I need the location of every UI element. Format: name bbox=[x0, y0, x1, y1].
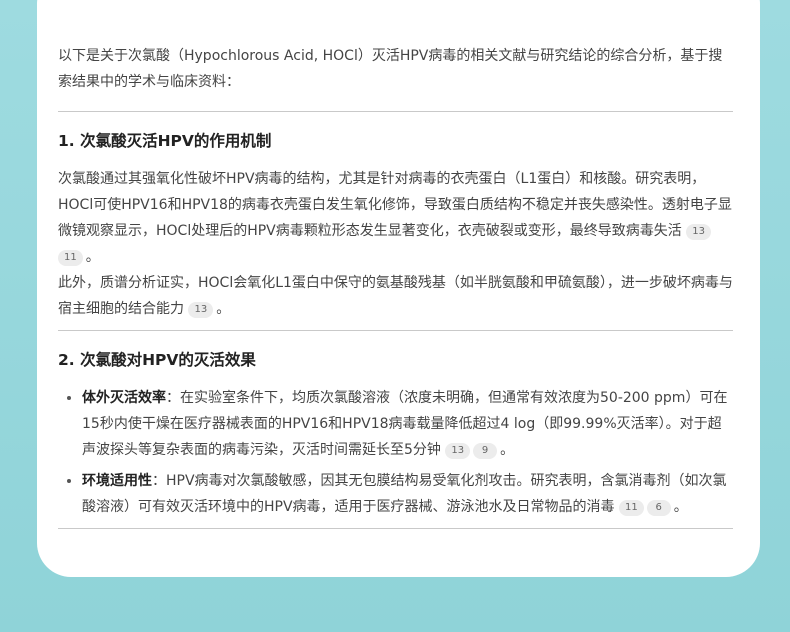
citation-badge[interactable]: 9 bbox=[473, 443, 498, 459]
divider bbox=[58, 330, 733, 331]
answer-content: 以下是关于次氯酸（Hypochlorous Acid, HOCl）灭活HPV病毒… bbox=[58, 43, 733, 529]
citation-badge[interactable]: 13 bbox=[188, 302, 214, 318]
punctuation: 。 bbox=[216, 301, 231, 317]
punctuation: 。 bbox=[673, 499, 688, 515]
citation-badge[interactable]: 11 bbox=[619, 500, 644, 516]
citation-badge[interactable]: 13 bbox=[686, 224, 711, 240]
punctuation: ： bbox=[152, 473, 166, 489]
punctuation: 。 bbox=[500, 442, 515, 458]
answer-card: 以下是关于次氯酸（Hypochlorous Acid, HOCl）灭活HPV病毒… bbox=[37, 0, 760, 577]
citation-badge[interactable]: 11 bbox=[58, 250, 83, 266]
paragraph-text: 此外，质谱分析证实，HOCl会氧化L1蛋白中保守的氨基酸残基（如半胱氨酸和甲硫氨… bbox=[58, 275, 733, 317]
paragraph-mechanism: 次氯酸通过其强氧化性破坏HPV病毒的结构，尤其是针对病毒的衣壳蛋白（L1蛋白）和… bbox=[58, 166, 733, 270]
divider bbox=[58, 111, 733, 112]
divider bbox=[58, 528, 733, 529]
efficacy-list: 体外灭活效率：在实验室条件下，均质次氯酸溶液（浓度未明确，但通常有效浓度为50-… bbox=[58, 385, 733, 520]
citation-badge[interactable]: 13 bbox=[445, 443, 471, 459]
intro-text: 以下是关于次氯酸（Hypochlorous Acid, HOCl）灭活HPV病毒… bbox=[58, 48, 723, 90]
list-item-environment: 环境适用性：HPV病毒对次氯酸敏感，因其无包膜结构易受氧化剂攻击。研究表明，含氯… bbox=[82, 468, 733, 520]
list-item-term: 体外灭活效率 bbox=[82, 390, 166, 406]
list-item-term: 环境适用性 bbox=[82, 473, 152, 489]
punctuation: 。 bbox=[85, 249, 100, 265]
paragraph-text: 次氯酸通过其强氧化性破坏HPV病毒的结构，尤其是针对病毒的衣壳蛋白（L1蛋白）和… bbox=[58, 171, 732, 239]
section-heading-mechanism: 1. 次氯酸灭活HPV的作用机制 bbox=[58, 132, 272, 150]
punctuation: ： bbox=[166, 390, 180, 406]
paragraph-oxidation: 此外，质谱分析证实，HOCl会氧化L1蛋白中保守的氨基酸残基（如半胱氨酸和甲硫氨… bbox=[58, 270, 733, 322]
section-heading-efficacy: 2. 次氯酸对HPV的灭活效果 bbox=[58, 351, 256, 369]
list-item-in-vitro: 体外灭活效率：在实验室条件下，均质次氯酸溶液（浓度未明确，但通常有效浓度为50-… bbox=[82, 385, 733, 463]
citation-badge[interactable]: 6 bbox=[646, 500, 671, 516]
